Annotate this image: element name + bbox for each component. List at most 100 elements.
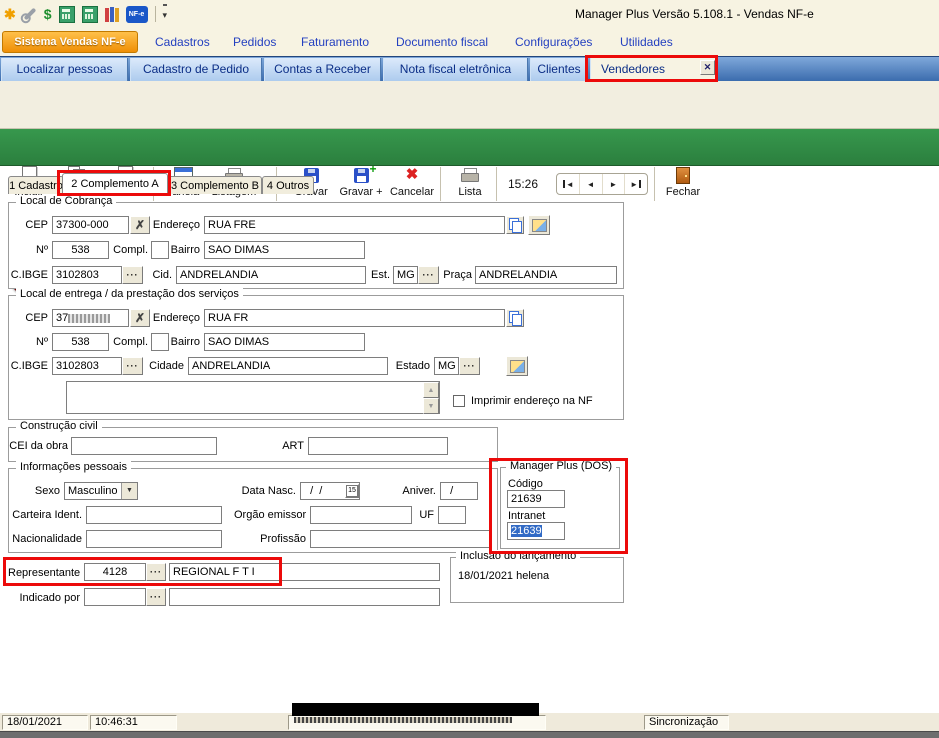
endereco-field[interactable]: RUA FRE [204, 216, 505, 234]
status-date: 18/01/2021 [2, 715, 88, 730]
art-field[interactable] [308, 437, 448, 455]
nfe-logo-icon[interactable]: NF-e [126, 6, 148, 23]
chevron-down-icon[interactable]: ▼ [121, 483, 137, 499]
cibge-field[interactable]: 3102803 [52, 266, 122, 284]
bairro-field[interactable]: SAO DIMAS [204, 333, 365, 351]
nav-prev-button[interactable]: ◄ [580, 174, 603, 194]
uf-field[interactable] [438, 506, 466, 524]
indicado-codigo-field[interactable] [84, 588, 146, 606]
form-tab-complemento-a[interactable]: 2 Complemento A [62, 173, 168, 194]
toolbar-options-icon[interactable]: ▾ [163, 4, 168, 25]
codigo-dos-field[interactable]: 21639 [507, 490, 565, 508]
redacted-company-text [294, 717, 512, 723]
indicado-nome-field[interactable] [169, 588, 440, 606]
nacionalidade-field[interactable] [86, 530, 222, 548]
fechar-button[interactable]: Fechar [660, 165, 706, 205]
cei-da-obra-field[interactable] [71, 437, 217, 455]
tab-localizar-pessoas[interactable]: Localizar pessoas [1, 58, 128, 81]
estado-field[interactable]: MG [393, 266, 418, 284]
bairro-field[interactable]: SAO DIMAS [204, 241, 365, 259]
form-tab-cadastro[interactable]: 1 Cadastro [8, 176, 64, 194]
scroll-up-icon[interactable]: ▲ [423, 382, 439, 398]
menu-configuracoes[interactable]: Configurações [515, 35, 592, 49]
cibge-lookup-button[interactable]: ··· [122, 266, 143, 284]
calculator-icon[interactable] [59, 5, 75, 23]
praca-field[interactable]: ANDRELANDIA [475, 266, 617, 284]
dollar-icon[interactable]: $ [44, 5, 52, 23]
complemento-field[interactable] [151, 241, 169, 259]
complemento-label: Compl. [100, 334, 148, 350]
nav-last-button[interactable]: ► [625, 174, 647, 194]
cibge-lookup-button[interactable]: ··· [122, 357, 143, 375]
representante-nome-field[interactable]: REGIONAL F T I [169, 563, 440, 581]
menu-documento-fiscal[interactable]: Documento fiscal [396, 35, 488, 49]
bairro-label: Bairro [168, 242, 200, 258]
lista-button[interactable]: Lista [448, 165, 492, 205]
nacionalidade-label: Nacionalidade [8, 531, 82, 547]
cidade-field[interactable]: ANDRELANDIA [188, 357, 388, 375]
form-tab-complemento-b[interactable]: 3 Complemento B [168, 176, 262, 194]
cep-lookup-button[interactable]: ✗ [130, 216, 150, 234]
picture-icon [532, 219, 547, 232]
window-bottom-edge [0, 731, 939, 738]
sparkle-icon[interactable]: ✱ [4, 5, 16, 23]
complemento-label: Compl. [100, 242, 148, 258]
sexo-select[interactable]: Masculino▼ [64, 482, 138, 500]
cep-field[interactable]: 37300-000 [52, 216, 129, 234]
estado-lookup-button[interactable]: ··· [459, 357, 480, 375]
copy-address-button[interactable] [506, 309, 524, 327]
cep-field[interactable]: 37 [52, 309, 129, 327]
copy-sheets-icon [508, 311, 522, 326]
map-picture-button[interactable] [528, 215, 550, 235]
address-observation-textarea[interactable] [66, 381, 440, 414]
tab-clientes[interactable]: Clientes [530, 58, 588, 81]
scroll-down-icon[interactable]: ▼ [423, 398, 439, 414]
estado-field[interactable]: MG [434, 357, 459, 375]
bairro-label: Bairro [168, 334, 200, 350]
books-icon[interactable] [105, 5, 119, 23]
indicado-lookup-button[interactable]: ··· [146, 588, 166, 606]
cep-lookup-button[interactable]: ✗ [130, 309, 150, 327]
carteira-ident-field[interactable] [86, 506, 222, 524]
system-menu-button[interactable]: Sistema Vendas NF-e [2, 31, 138, 53]
status-sync: Sincronização [644, 715, 729, 730]
imprimir-endereco-checkbox[interactable] [453, 395, 465, 407]
form-tab-outros[interactable]: 4 Outros [262, 176, 314, 194]
save-plus-icon: + [354, 165, 369, 185]
cibge-field[interactable]: 3102803 [52, 357, 122, 375]
gravar-mais-button[interactable]: + Gravar + [336, 165, 386, 205]
estado-label: Estado [392, 358, 430, 374]
tab-cadastro-de-pedido[interactable]: Cadastro de Pedido [130, 58, 262, 81]
calendar-button[interactable]: 15 [345, 484, 359, 498]
representante-lookup-button[interactable]: ··· [146, 563, 166, 581]
tab-vendedores[interactable]: Vendedores [590, 58, 718, 81]
copy-sheets-icon [508, 218, 522, 233]
calendar-icon: 15 [346, 485, 358, 497]
intranet-field[interactable]: 21639 [507, 522, 565, 540]
orgao-emissor-label: Orgão emissor [234, 507, 306, 523]
complemento-field[interactable] [151, 333, 169, 351]
tab-nota-fiscal-eletronica[interactable]: Nota fiscal eletrônica [383, 58, 528, 81]
cancelar-button[interactable]: ✖ Cancelar [388, 165, 436, 205]
cibge-label: C.IBGE [8, 358, 48, 374]
menu-pedidos[interactable]: Pedidos [233, 35, 276, 49]
orgao-emissor-field[interactable] [310, 506, 412, 524]
close-tab-icon[interactable]: ✕ [700, 60, 715, 75]
exit-door-icon [676, 165, 690, 185]
nav-first-button[interactable]: ◄ [557, 174, 580, 194]
representante-codigo-field[interactable]: 4128 [84, 563, 146, 581]
cidade-field[interactable]: ANDRELANDIA [176, 266, 366, 284]
menu-utilidades[interactable]: Utilidades [620, 35, 673, 49]
wrench-icon[interactable] [23, 5, 37, 23]
endereco-field[interactable]: RUA FR [204, 309, 505, 327]
calculator2-icon[interactable] [82, 5, 98, 23]
nav-next-button[interactable]: ► [603, 174, 626, 194]
tab-contas-a-receber[interactable]: Contas a Receber [264, 58, 381, 81]
menu-faturamento[interactable]: Faturamento [301, 35, 369, 49]
estado-lookup-button[interactable]: ··· [418, 266, 439, 284]
menu-cadastros[interactable]: Cadastros [155, 35, 210, 49]
map-picture-button[interactable] [506, 356, 528, 376]
copy-address-button[interactable] [506, 216, 524, 234]
aniver-field[interactable]: / [440, 482, 478, 500]
profissao-field[interactable] [310, 530, 490, 548]
